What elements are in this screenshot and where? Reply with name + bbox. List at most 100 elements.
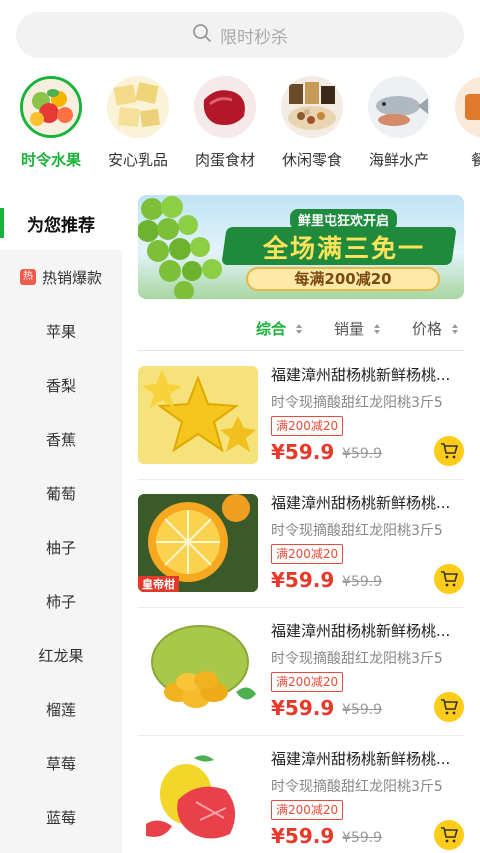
product-card[interactable]: 福建漳州甜杨桃新鲜杨桃... 时令现摘酸甜红龙阳桃3斤5 满200减20 ¥59… <box>138 608 464 736</box>
category-strip: 时令水果 安心乳品 肉蛋食材 休闲零食 海鲜水产 餐 <box>0 76 480 176</box>
sidebar-item-recommend[interactable]: 为您推荐 <box>0 196 122 250</box>
category-fruit[interactable]: 时令水果 <box>9 76 93 170</box>
category-snacks[interactable]: 休闲零食 <box>270 76 354 170</box>
category-label: 海鲜水产 <box>368 151 429 169</box>
seafood-icon <box>368 76 430 138</box>
sort-label: 销量 <box>334 320 365 338</box>
pomelo-image <box>138 750 258 848</box>
product-old-price: ¥59.9 <box>342 702 383 718</box>
sort-bar: 综合 销量 价格 <box>138 310 464 346</box>
product-price: ¥59.9 <box>271 440 335 464</box>
banner-title: 全场满三免一 <box>262 234 425 263</box>
sort-comprehensive[interactable]: 综合 <box>256 318 303 339</box>
cart-icon <box>441 571 458 587</box>
sidebar-item-grape[interactable]: 葡萄 <box>0 466 122 520</box>
product-desc: 时令现摘酸甜红龙阳桃3斤5 <box>271 395 443 411</box>
dining-icon <box>455 76 480 138</box>
sidebar-item-hot[interactable]: 热热销爆款 <box>0 250 122 304</box>
product-card[interactable]: 福建漳州甜杨桃新鲜杨桃... 时令现摘酸甜红龙阳桃3斤5 满200减20 ¥59… <box>138 736 464 853</box>
meat-icon <box>194 76 256 138</box>
sidebar-item-label: 葡萄 <box>45 484 76 503</box>
dairy-icon <box>107 76 169 138</box>
promo-banner[interactable]: 鲜里屯狂欢开启 全场满三免一 每满200减20 <box>138 195 464 299</box>
app-root: 限时秒杀 时令水果 安心乳品 肉蛋食材 休闲零食 海鲜水产 餐 为您推荐 热 热… <box>0 0 480 853</box>
sidebar-item-strawberry[interactable]: 草莓 <box>0 736 122 790</box>
sidebar-item-pear[interactable]: 香梨 <box>0 358 122 412</box>
discount-tag: 满200减20 <box>271 672 344 692</box>
sidebar-item-pomelo[interactable]: 柚子 <box>0 520 122 574</box>
category-label: 肉蛋食材 <box>194 151 255 169</box>
category-label: 休闲零食 <box>281 151 342 169</box>
sidebar-item-label: 榴莲 <box>45 700 76 719</box>
category-seafood[interactable]: 海鲜水产 <box>357 76 441 170</box>
fruit-basket-icon <box>20 76 82 138</box>
sidebar-item-label: 蓝莓 <box>45 808 76 827</box>
search-placeholder: 限时秒杀 <box>220 27 288 48</box>
cart-icon <box>441 827 458 843</box>
product-price: ¥59.9 <box>271 568 335 592</box>
sort-sales[interactable]: 销量 <box>334 318 381 339</box>
sidebar-item-label: 柚子 <box>45 538 76 557</box>
hot-badge: 热 <box>19 269 36 285</box>
sidebar-item-label: 红龙果 <box>38 646 84 665</box>
product-price: ¥59.9 <box>271 696 335 720</box>
category-label: 时令水果 <box>20 151 81 169</box>
add-to-cart-button[interactable] <box>434 820 464 850</box>
discount-tag: 满200减20 <box>271 416 344 436</box>
sidebar-item-label: 柿子 <box>45 592 76 611</box>
discount-tag: 满200减20 <box>271 800 344 820</box>
sidebar-item-label: 香梨 <box>45 376 76 395</box>
sort-label: 综合 <box>256 320 287 338</box>
sidebar-item-label: 热销爆款 <box>41 268 102 287</box>
product-name: 福建漳州甜杨桃新鲜杨桃... <box>271 622 451 640</box>
product-desc: 时令现摘酸甜红龙阳桃3斤5 <box>271 523 443 539</box>
grapes-icon <box>138 196 222 299</box>
sidebar-item-label: 为您推荐 <box>27 215 95 236</box>
search-icon <box>192 23 220 47</box>
sort-label: 价格 <box>412 320 443 338</box>
sort-price[interactable]: 价格 <box>412 318 459 339</box>
discount-tag: 满200减20 <box>271 544 344 564</box>
cart-icon <box>441 699 458 715</box>
sort-arrows-icon <box>374 323 381 334</box>
sidebar-item-durian[interactable]: 榴莲 <box>0 682 122 736</box>
cart-icon <box>441 443 458 459</box>
product-name: 福建漳州甜杨桃新鲜杨桃... <box>271 494 451 512</box>
category-dairy[interactable]: 安心乳品 <box>96 76 180 170</box>
sidebar-item-banana[interactable]: 香蕉 <box>0 412 122 466</box>
sidebar-item-persimmon[interactable]: 柿子 <box>0 574 122 628</box>
image-label: 皇帝柑 <box>138 576 179 592</box>
category-meat[interactable]: 肉蛋食材 <box>183 76 267 170</box>
product-name: 福建漳州甜杨桃新鲜杨桃... <box>271 366 451 384</box>
sidebar: 为您推荐 热热销爆款 苹果 香梨 香蕉 葡萄 柚子 柿子 红龙果 榴莲 草莓 蓝… <box>0 196 122 853</box>
category-label: 安心乳品 <box>107 151 168 169</box>
sort-arrows-icon <box>452 323 459 334</box>
product-old-price: ¥59.9 <box>342 574 383 590</box>
starfruit-image <box>138 366 258 464</box>
sidebar-item-blueberry[interactable]: 蓝莓 <box>0 790 122 844</box>
sidebar-item-apple[interactable]: 苹果 <box>0 304 122 358</box>
sidebar-item-label: 草莓 <box>45 754 76 773</box>
sort-arrows-icon <box>296 323 303 334</box>
product-card[interactable]: 福建漳州甜杨桃新鲜杨桃... 时令现摘酸甜红龙阳桃3斤5 满200减20 ¥59… <box>138 352 464 480</box>
orange-image: 皇帝柑 <box>138 494 258 592</box>
product-name: 福建漳州甜杨桃新鲜杨桃... <box>271 750 451 768</box>
sidebar-item-label: 苹果 <box>45 322 76 341</box>
product-card[interactable]: 皇帝柑 福建漳州甜杨桃新鲜杨桃... 时令现摘酸甜红龙阳桃3斤5 满200减20… <box>138 480 464 608</box>
sidebar-item-label: 香蕉 <box>45 430 76 449</box>
product-old-price: ¥59.9 <box>342 446 383 462</box>
snacks-icon <box>281 76 343 138</box>
search-bar[interactable]: 限时秒杀 <box>16 12 464 58</box>
add-to-cart-button[interactable] <box>434 564 464 594</box>
category-label: 餐饮 <box>470 151 480 169</box>
product-price: ¥59.9 <box>271 824 335 848</box>
sidebar-item-dragonfruit[interactable]: 红龙果 <box>0 628 122 682</box>
product-desc: 时令现摘酸甜红龙阳桃3斤5 <box>271 779 443 795</box>
category-dining[interactable]: 餐饮 <box>444 76 480 170</box>
product-desc: 时令现摘酸甜红龙阳桃3斤5 <box>271 651 443 667</box>
product-old-price: ¥59.9 <box>342 830 383 846</box>
jackfruit-image <box>138 622 258 720</box>
add-to-cart-button[interactable] <box>434 436 464 466</box>
banner-promo: 每满200减20 <box>246 267 440 291</box>
add-to-cart-button[interactable] <box>434 692 464 722</box>
